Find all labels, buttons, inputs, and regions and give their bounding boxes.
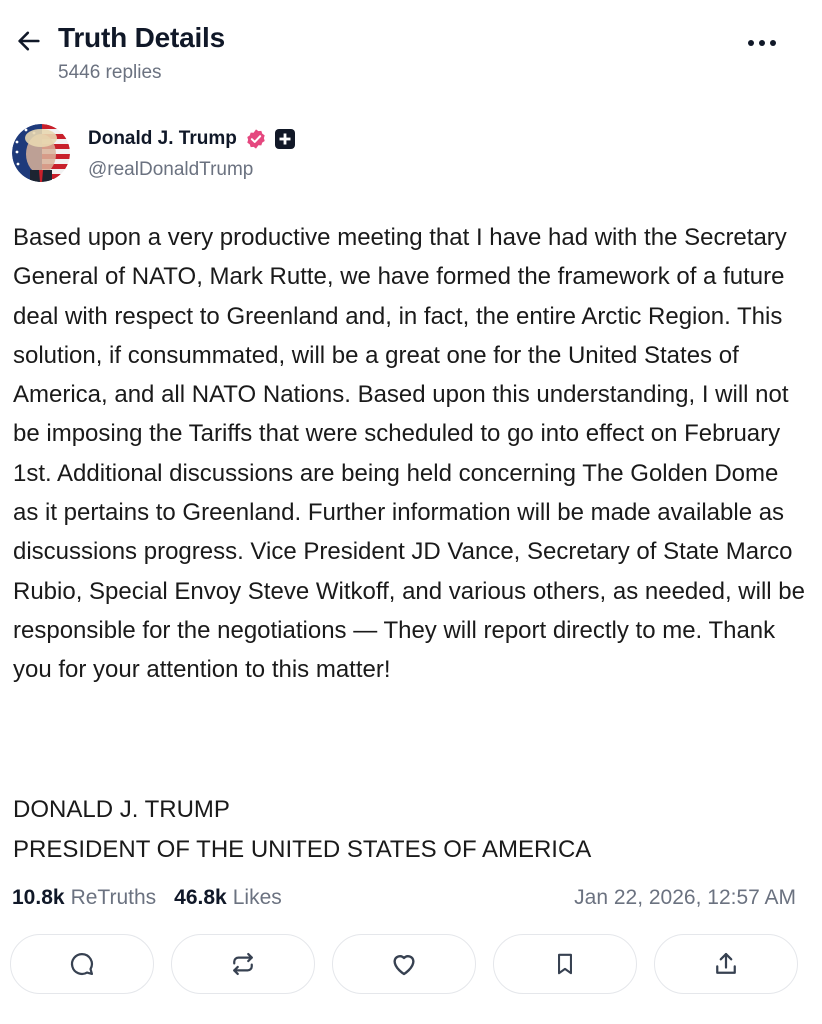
header: Truth Details 5446 replies <box>0 0 822 100</box>
retruths-label[interactable]: ReTruths <box>71 886 157 910</box>
reply-icon <box>70 952 94 976</box>
retruths-count[interactable]: 10.8k <box>12 886 65 910</box>
share-button[interactable] <box>654 934 798 994</box>
author-name-row: Donald J. Trump <box>88 128 295 150</box>
avatar[interactable] <box>12 124 70 182</box>
verified-badge-icon <box>247 129 265 149</box>
signature-name: DONALD J. TRUMP <box>13 796 230 823</box>
author-handle[interactable]: @realDonaldTrump <box>88 159 253 181</box>
retruth-icon <box>233 952 253 976</box>
bookmark-icon <box>558 953 572 975</box>
arrow-left-icon <box>18 31 40 51</box>
share-icon <box>716 952 736 974</box>
retruth-button[interactable] <box>171 934 315 994</box>
likes-count[interactable]: 46.8k <box>174 886 227 910</box>
action-bar <box>10 934 798 996</box>
author-block: Donald J. Trump @realDonaldTrump <box>12 124 712 186</box>
reply-button[interactable] <box>10 934 154 994</box>
post-signature: DONALD J. TRUMP PRESIDENT OF THE UNITED … <box>13 790 805 869</box>
more-options-button[interactable] <box>742 28 782 58</box>
post-timestamp: Jan 22, 2026, 12:57 AM <box>574 886 796 909</box>
more-horizontal-icon <box>748 40 776 46</box>
bookmark-button[interactable] <box>493 934 637 994</box>
plus-badge-icon <box>274 129 295 149</box>
avatar-image <box>12 124 70 182</box>
reply-count: 5446 replies <box>58 62 162 83</box>
likes-label[interactable]: Likes <box>233 886 282 910</box>
like-button[interactable] <box>332 934 476 994</box>
page-title: Truth Details <box>58 22 225 53</box>
post-body: Based upon a very productive meeting tha… <box>13 224 812 684</box>
heart-icon <box>393 955 415 976</box>
author-name[interactable]: Donald J. Trump <box>88 128 237 150</box>
post-stats: 10.8k ReTruths 46.8k Likes Jan 22, 2026,… <box>12 882 796 914</box>
back-button[interactable] <box>12 24 46 58</box>
signature-title: PRESIDENT OF THE UNITED STATES OF AMERIC… <box>13 835 592 863</box>
